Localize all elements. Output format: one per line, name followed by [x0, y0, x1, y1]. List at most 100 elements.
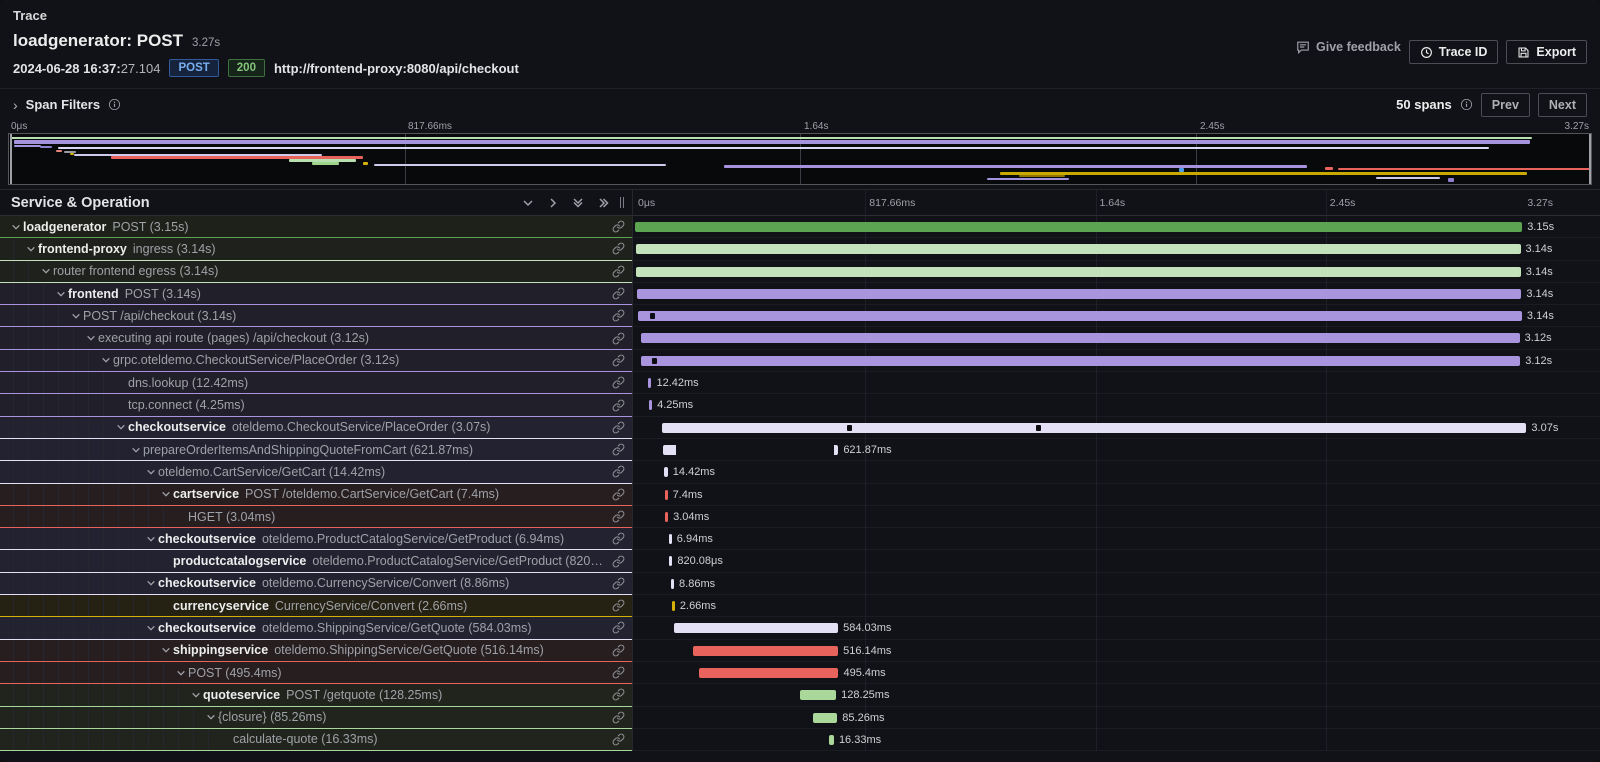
span-link-icon[interactable] — [612, 242, 625, 255]
collapse-chevron-icon[interactable] — [83, 333, 98, 343]
span-link-icon[interactable] — [612, 421, 625, 434]
collapse-all-icon[interactable] — [572, 196, 584, 209]
span-row[interactable]: checkoutserviceoteldemo.CurrencyService/… — [0, 573, 1600, 595]
span-bar[interactable] — [636, 267, 1520, 277]
span-row-left[interactable]: prepareOrderItemsAndShippingQuoteFromCar… — [0, 439, 632, 461]
span-row-timeline[interactable]: 3.14s — [632, 261, 1600, 283]
give-feedback-link[interactable]: Give feedback — [1296, 40, 1401, 54]
span-link-icon[interactable] — [612, 644, 625, 657]
span-row[interactable]: cartservicePOST /oteldemo.CartService/Ge… — [0, 484, 1600, 506]
span-row-timeline[interactable]: 8.86ms — [632, 573, 1600, 595]
span-row[interactable]: executing api route (pages) /api/checkou… — [0, 327, 1600, 349]
span-bar[interactable] — [663, 445, 838, 455]
span-row-timeline[interactable]: 3.12s — [632, 350, 1600, 372]
span-row-left[interactable]: quoteservicePOST /getquote (128.25ms) — [0, 684, 632, 706]
span-row[interactable]: checkoutserviceoteldemo.ProductCatalogSe… — [0, 528, 1600, 550]
collapse-chevron-icon[interactable] — [188, 690, 203, 700]
span-bar[interactable] — [641, 356, 1520, 366]
span-row-left[interactable]: router frontend egress (3.14s) — [0, 261, 632, 283]
span-row-left[interactable]: calculate-quote (16.33ms) — [0, 729, 632, 751]
collapse-chevron-icon[interactable] — [23, 244, 38, 254]
span-bar[interactable] — [662, 423, 1527, 433]
span-row-timeline[interactable]: 3.14s — [632, 305, 1600, 327]
span-link-icon[interactable] — [612, 443, 625, 456]
collapse-chevron-icon[interactable] — [143, 534, 158, 544]
span-link-icon[interactable] — [612, 577, 625, 590]
span-bar[interactable] — [672, 601, 675, 611]
span-row-timeline[interactable]: 85.26ms — [632, 707, 1600, 729]
span-row-timeline[interactable]: 495.4ms — [632, 662, 1600, 684]
span-row-timeline[interactable]: 4.25ms — [632, 394, 1600, 416]
span-row-left[interactable]: tcp.connect (4.25ms) — [0, 394, 632, 416]
span-row-left[interactable]: grpc.oteldemo.CheckoutService/PlaceOrder… — [0, 350, 632, 372]
collapse-chevron-icon[interactable] — [98, 355, 113, 365]
span-row[interactable]: POST (495.4ms)495.4ms — [0, 662, 1600, 684]
prev-button[interactable]: Prev — [1481, 93, 1530, 117]
span-link-icon[interactable] — [612, 265, 625, 278]
span-row-timeline[interactable]: 3.07s — [632, 417, 1600, 439]
span-row-left[interactable]: currencyserviceCurrencyService/Convert (… — [0, 595, 632, 617]
span-row[interactable]: quoteservicePOST /getquote (128.25ms)128… — [0, 684, 1600, 706]
span-row[interactable]: HGET (3.04ms)3.04ms — [0, 506, 1600, 528]
span-row[interactable]: dns.lookup (12.42ms)12.42ms — [0, 372, 1600, 394]
span-bar[interactable] — [641, 333, 1520, 343]
collapse-one-icon[interactable] — [522, 197, 534, 209]
span-bar[interactable] — [648, 378, 651, 388]
span-row[interactable]: frontend-proxyingress (3.14s)3.14s — [0, 238, 1600, 260]
span-row-timeline[interactable]: 2.66ms — [632, 595, 1600, 617]
span-row-left[interactable]: cartservicePOST /oteldemo.CartService/Ge… — [0, 484, 632, 506]
span-link-icon[interactable] — [612, 666, 625, 679]
collapse-chevron-icon[interactable] — [173, 668, 188, 678]
span-link-icon[interactable] — [612, 332, 625, 345]
span-row-timeline[interactable]: 584.03ms — [632, 617, 1600, 639]
span-row-timeline[interactable]: 3.14s — [632, 238, 1600, 260]
collapse-chevron-icon[interactable] — [158, 489, 173, 499]
span-row[interactable]: loadgeneratorPOST (3.15s)3.15s — [0, 216, 1600, 238]
span-bar[interactable] — [669, 534, 672, 544]
span-row-left[interactable]: checkoutserviceoteldemo.CheckoutService/… — [0, 417, 632, 439]
span-link-icon[interactable] — [612, 220, 625, 233]
collapse-chevron-icon[interactable] — [38, 266, 53, 276]
span-row[interactable]: checkoutserviceoteldemo.CheckoutService/… — [0, 417, 1600, 439]
span-bar[interactable] — [665, 512, 668, 522]
span-row-left[interactable]: executing api route (pages) /api/checkou… — [0, 327, 632, 349]
span-row-timeline[interactable]: 6.94ms — [632, 528, 1600, 550]
collapse-chevron-icon[interactable] — [203, 712, 218, 722]
span-row-timeline[interactable]: 3.15s — [632, 216, 1600, 238]
span-bar[interactable] — [674, 623, 838, 633]
collapse-chevron-icon[interactable] — [143, 467, 158, 477]
span-row-left[interactable]: checkoutserviceoteldemo.CurrencyService/… — [0, 573, 632, 595]
span-row[interactable]: frontendPOST (3.14s)3.14s — [0, 283, 1600, 305]
span-bar[interactable] — [635, 222, 1522, 232]
span-row-timeline[interactable]: 3.04ms — [632, 506, 1600, 528]
span-bar[interactable] — [664, 467, 668, 477]
collapse-chevron-icon[interactable] — [113, 422, 128, 432]
span-bar[interactable] — [829, 735, 834, 745]
span-row[interactable]: productcatalogserviceoteldemo.ProductCat… — [0, 550, 1600, 572]
collapse-chevron-icon[interactable] — [8, 222, 23, 232]
export-button[interactable]: Export — [1506, 40, 1587, 64]
span-row-left[interactable]: checkoutserviceoteldemo.ShippingService/… — [0, 617, 632, 639]
collapse-chevron-icon[interactable] — [53, 289, 68, 299]
span-row[interactable]: shippingserviceoteldemo.ShippingService/… — [0, 640, 1600, 662]
span-bar[interactable] — [636, 244, 1520, 254]
span-row-timeline[interactable]: 621.87ms — [632, 439, 1600, 461]
span-row-left[interactable]: loadgeneratorPOST (3.15s) — [0, 216, 632, 238]
span-row-timeline[interactable]: 516.14ms — [632, 640, 1600, 662]
span-bar[interactable] — [813, 713, 837, 723]
span-bar[interactable] — [699, 668, 839, 678]
span-row[interactable]: {closure} (85.26ms)85.26ms — [0, 707, 1600, 729]
span-bar[interactable] — [649, 400, 652, 410]
span-row[interactable]: tcp.connect (4.25ms)4.25ms — [0, 394, 1600, 416]
span-row-left[interactable]: checkoutserviceoteldemo.ProductCatalogSe… — [0, 528, 632, 550]
span-row-left[interactable]: frontend-proxyingress (3.14s) — [0, 238, 632, 260]
span-link-icon[interactable] — [612, 711, 625, 724]
span-bar[interactable] — [669, 556, 672, 566]
span-row-timeline[interactable]: 820.08μs — [632, 550, 1600, 572]
column-resize-handle[interactable] — [620, 197, 624, 208]
span-row[interactable]: grpc.oteldemo.CheckoutService/PlaceOrder… — [0, 350, 1600, 372]
span-bar[interactable] — [665, 490, 668, 500]
span-link-icon[interactable] — [612, 688, 625, 701]
minimap-canvas[interactable] — [8, 133, 1592, 185]
span-row[interactable]: POST /api/checkout (3.14s)3.14s — [0, 305, 1600, 327]
